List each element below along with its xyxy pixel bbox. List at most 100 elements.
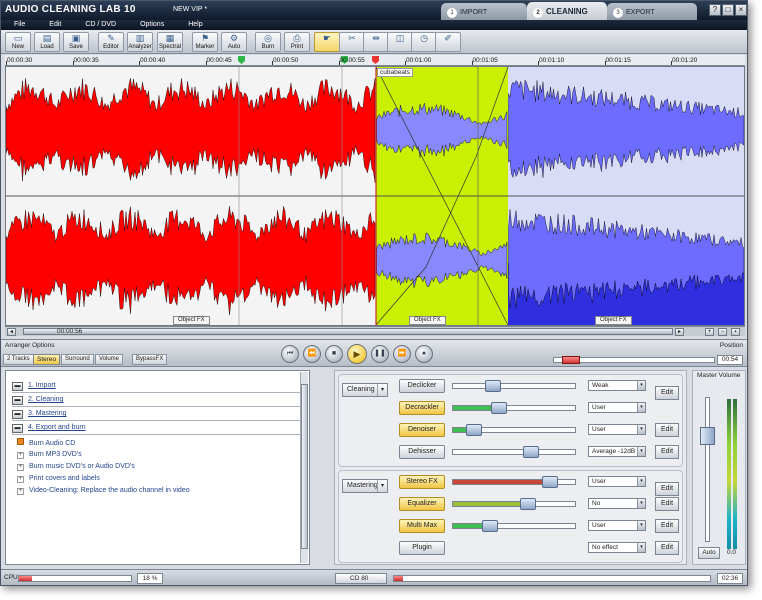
tree-section-import[interactable]: ▬ 1. Import — [12, 381, 302, 393]
menu-cd-dvd[interactable]: CD / DVD — [85, 20, 116, 30]
tree-scroll-thumb[interactable] — [301, 384, 308, 549]
scroll-right-icon[interactable]: ▸ — [675, 328, 684, 336]
tree-item-label[interactable]: Video-Cleaning: Replace the audio channe… — [29, 487, 190, 494]
marker-button[interactable]: ⚑ Marker — [192, 32, 218, 52]
split-button[interactable]: ⇹ — [363, 32, 389, 52]
slider-knob[interactable] — [482, 520, 499, 532]
tree-section-cleaning[interactable]: ▬ 2. Cleaning — [12, 395, 302, 407]
two-tracks-button[interactable]: 2 Tracks — [3, 354, 34, 365]
declicker-button[interactable]: Declicker — [399, 379, 445, 393]
tree-item-burn-audio-cd[interactable]: Burn Audio CD — [17, 438, 75, 447]
slider-knob[interactable] — [485, 380, 502, 392]
load-button[interactable]: ▤ Load — [34, 32, 60, 52]
preset-select[interactable]: Weak ▾ — [588, 380, 646, 391]
tree-section-label[interactable]: 1. Import — [28, 382, 56, 389]
preset-select[interactable]: User ▾ — [588, 424, 646, 435]
menu-help[interactable]: Help — [188, 20, 202, 30]
position-slider[interactable] — [553, 356, 715, 364]
clock-button[interactable]: ◷ — [411, 32, 437, 52]
multi-max-button[interactable]: Multi Max — [399, 519, 445, 533]
cd-type-select[interactable]: CD 80 — [335, 573, 387, 584]
effect-slider[interactable] — [452, 446, 576, 458]
effect-slider[interactable] — [452, 520, 576, 532]
menu-options[interactable]: Options — [140, 20, 164, 30]
tree-item-label[interactable]: Burn MP3 DVD's — [29, 451, 82, 458]
chevron-down-icon[interactable]: ▾ — [637, 521, 645, 530]
object-fx-button[interactable]: Object FX — [409, 316, 446, 325]
tree-section-export[interactable]: ▬ 4. Export and burn — [12, 423, 302, 435]
rewind-start-icon[interactable]: ⏮ — [281, 345, 299, 363]
tree-item-burn-mp3[interactable]: + Burn MP3 DVD's — [17, 451, 82, 459]
expand-icon[interactable]: ▬ — [12, 382, 23, 391]
hand-pointer-button[interactable]: ☛ — [314, 32, 340, 52]
collapse-icon[interactable]: ▬ — [12, 424, 23, 433]
slider-knob[interactable] — [523, 446, 540, 458]
fast-forward-icon[interactable]: ⏩ — [393, 345, 411, 363]
effect-slider[interactable] — [452, 476, 576, 488]
effect-slider[interactable] — [452, 402, 576, 414]
scroll-thumb[interactable] — [23, 328, 673, 335]
waveform-display[interactable] — [6, 67, 744, 325]
edit-button[interactable]: Edit — [655, 541, 679, 555]
expand-plus-icon[interactable]: + — [17, 488, 24, 495]
position-knob[interactable] — [562, 356, 580, 364]
zoom-out-icon[interactable]: − — [718, 328, 727, 336]
restore-button[interactable]: □ — [722, 4, 734, 16]
volume-button[interactable]: Volume — [95, 354, 124, 365]
help-button[interactable]: ? — [709, 4, 721, 16]
chevron-down-icon[interactable]: ▾ — [637, 499, 645, 508]
preset-select[interactable]: User ▾ — [588, 520, 646, 531]
tree-scrollbar[interactable] — [300, 372, 308, 563]
play-icon[interactable]: ▶ — [347, 344, 367, 364]
chevron-down-icon[interactable]: ▾ — [637, 543, 645, 552]
slider-knob[interactable] — [490, 402, 507, 414]
close-button[interactable]: × — [735, 4, 747, 16]
editor-button[interactable]: ✎ Editor — [98, 32, 124, 52]
edit-button[interactable]: Edit — [655, 497, 679, 511]
menu-file[interactable]: File — [14, 20, 25, 30]
preset-select[interactable]: No ▾ — [588, 498, 646, 509]
pen-button[interactable]: ✐ — [435, 32, 461, 52]
timeline-scrollbar[interactable]: ◂ 00:00:56 ▸ + − ▪ — [5, 326, 745, 336]
tree-section-label[interactable]: 3. Mastering — [28, 410, 67, 417]
edit-button[interactable]: Edit — [655, 482, 679, 496]
auto-button[interactable]: Auto — [698, 547, 720, 559]
expand-icon[interactable]: ▬ — [12, 396, 23, 405]
slider-knob[interactable] — [465, 424, 482, 436]
stereo-button[interactable]: Stereo — [33, 354, 61, 365]
print-button[interactable]: ⎙ Print — [284, 32, 310, 52]
expand-icon[interactable]: ▬ — [12, 410, 23, 419]
slider-knob[interactable] — [519, 498, 536, 510]
decrackler-button[interactable]: Decrackler — [399, 401, 445, 415]
zoom-fit-icon[interactable]: ▪ — [731, 328, 740, 336]
chevron-down-icon[interactable]: ▾ — [637, 447, 645, 456]
edit-button[interactable]: Edit — [655, 423, 679, 437]
stop-icon[interactable]: ■ — [325, 345, 343, 363]
expand-plus-icon[interactable]: + — [17, 452, 24, 459]
dehisser-button[interactable]: Dehisser — [399, 445, 445, 459]
plugin-button[interactable]: Plugin — [399, 541, 445, 555]
tree-item-burn-dvd[interactable]: + Burn music DVD's or Audio DVD's — [17, 463, 135, 471]
tree-section-mastering[interactable]: ▬ 3. Mastering — [12, 409, 302, 421]
effect-slider[interactable] — [452, 380, 576, 392]
chevron-down-icon[interactable]: ▾ — [637, 425, 645, 434]
equalizer-button[interactable]: Equalizer — [399, 497, 445, 511]
expand-plus-icon[interactable]: + — [17, 464, 24, 471]
tree-item-print-covers[interactable]: + Print covers and labels — [17, 475, 100, 483]
master-volume-track[interactable] — [705, 397, 710, 542]
surround-button[interactable]: Surround — [61, 354, 94, 365]
cut-button[interactable]: ✂ — [339, 32, 365, 52]
stereo-fx-button[interactable]: Stereo FX — [399, 475, 445, 489]
tree-item-label[interactable]: Burn music DVD's or Audio DVD's — [29, 463, 135, 470]
tab-cleaning[interactable]: 2 CLEANING — [527, 2, 607, 20]
preset-select[interactable]: User ▾ — [588, 402, 646, 413]
preset-select[interactable]: Average -12dB ▾ — [588, 446, 646, 457]
analyzer-button[interactable]: ▥ Analyzer — [127, 32, 153, 52]
playhead-marker-icon[interactable] — [372, 56, 379, 64]
mastering-category-dropdown[interactable]: Mastering ▾ — [342, 479, 388, 493]
denoiser-button[interactable]: Denoiser — [399, 423, 445, 437]
rewind-icon[interactable]: ⏪ — [303, 345, 321, 363]
chevron-down-icon[interactable]: ▾ — [637, 403, 645, 412]
edit-button[interactable]: Edit — [655, 519, 679, 533]
chevron-down-icon[interactable]: ▾ — [637, 381, 645, 390]
